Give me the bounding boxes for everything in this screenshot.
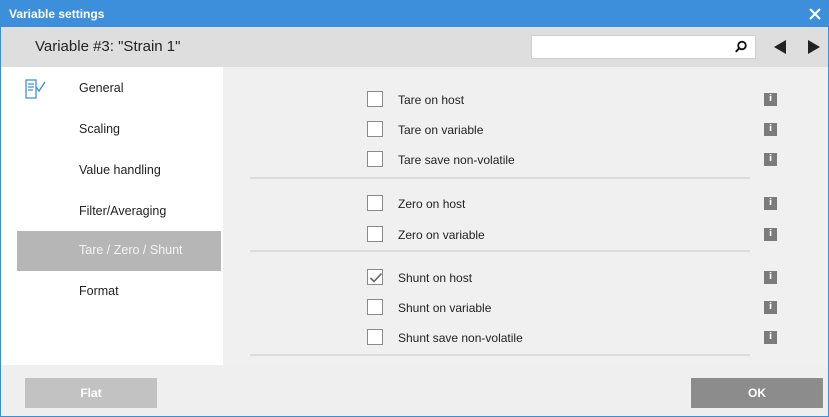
option-shunt-save-non-volatile: Shunt save non-volatile i	[223, 327, 828, 349]
option-shunt-on-variable: Shunt on variable i	[223, 297, 828, 319]
info-icon[interactable]: i	[764, 228, 777, 241]
arrow-right-icon[interactable]	[803, 37, 825, 57]
group-divider	[250, 250, 750, 252]
sidebar-item-label: Tare / Zero / Shunt	[79, 243, 183, 257]
variable-header: Variable #3: "Strain 1"	[1, 27, 828, 67]
option-label: Shunt save non-volatile	[398, 331, 523, 345]
info-icon[interactable]: i	[764, 301, 777, 314]
option-zero-on-host: Zero on host i	[223, 193, 828, 215]
sidebar-item-format[interactable]: Format	[17, 272, 221, 312]
option-label: Tare on variable	[398, 123, 484, 137]
window-title: Variable settings	[9, 7, 105, 21]
sidebar-item-label: Value handling	[79, 163, 161, 177]
search-icon[interactable]	[731, 38, 751, 56]
option-tare-on-host: Tare on host i	[223, 89, 828, 111]
flat-button[interactable]: Flat	[25, 378, 157, 408]
sidebar-item-value-handling[interactable]: Value handling	[17, 151, 221, 191]
info-icon[interactable]: i	[764, 271, 777, 284]
group-divider	[250, 354, 750, 356]
variable-settings-window: Variable settings Variable #3: "Strain 1…	[0, 0, 829, 417]
info-icon[interactable]: i	[764, 123, 777, 136]
sidebar-item-general[interactable]: General	[17, 69, 221, 109]
sidebar-item-tare-zero-shunt[interactable]: Tare / Zero / Shunt	[17, 231, 221, 271]
info-icon[interactable]: i	[764, 197, 777, 210]
search-input[interactable]	[532, 36, 722, 58]
search-box	[531, 35, 756, 59]
sidebar-item-label: General	[79, 81, 124, 95]
settings-sidebar: General Scaling Value handling Filter/Av…	[1, 67, 223, 365]
tare-on-host-checkbox[interactable]	[367, 91, 383, 107]
option-label: Shunt on variable	[398, 301, 492, 315]
zero-on-variable-checkbox[interactable]	[367, 226, 383, 242]
close-icon[interactable]	[804, 3, 826, 25]
tare-save-non-volatile-checkbox[interactable]	[367, 151, 383, 167]
group-divider	[250, 177, 750, 179]
info-icon[interactable]: i	[764, 93, 777, 106]
title-bar: Variable settings	[1, 1, 828, 27]
option-label: Zero on host	[398, 197, 466, 211]
option-tare-save-non-volatile: Tare save non-volatile i	[223, 149, 828, 171]
shunt-on-host-checkbox[interactable]	[367, 269, 383, 285]
option-shunt-on-host: Shunt on host i	[223, 267, 828, 289]
ok-button[interactable]: OK	[691, 378, 823, 408]
option-label: Shunt on host	[398, 271, 473, 285]
variable-title: Variable #3: "Strain 1"	[35, 38, 181, 55]
arrow-left-icon[interactable]	[769, 37, 791, 57]
sidebar-item-filter-averaging[interactable]: Filter/Averaging	[17, 192, 221, 232]
sidebar-item-label: Scaling	[79, 122, 120, 136]
option-tare-on-variable: Tare on variable i	[223, 119, 828, 141]
tare-on-variable-checkbox[interactable]	[367, 121, 383, 137]
option-zero-on-variable: Zero on variable i	[223, 224, 828, 246]
option-label: Tare save non-volatile	[398, 153, 515, 167]
zero-on-host-checkbox[interactable]	[367, 195, 383, 211]
sidebar-item-scaling[interactable]: Scaling	[17, 110, 221, 150]
sidebar-item-label: Format	[79, 284, 119, 298]
dialog-footer: Flat OK	[1, 365, 828, 416]
shunt-save-non-volatile-checkbox[interactable]	[367, 329, 383, 345]
shunt-on-variable-checkbox[interactable]	[367, 299, 383, 315]
info-icon[interactable]: i	[764, 153, 777, 166]
option-label: Tare on host	[398, 93, 465, 107]
tare-zero-shunt-panel: Tare on host i Tare on variable i Tare s…	[223, 67, 828, 365]
info-icon[interactable]: i	[764, 331, 777, 344]
option-label: Zero on variable	[398, 228, 485, 242]
sidebar-item-label: Filter/Averaging	[79, 204, 167, 218]
